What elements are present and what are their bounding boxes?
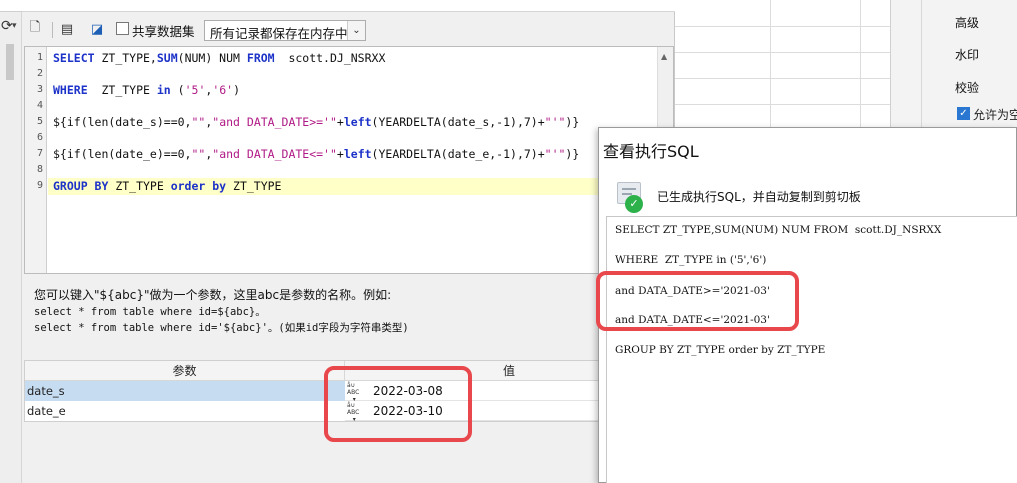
toolbar-separator — [52, 22, 53, 38]
dialog-top-edge — [22, 0, 675, 12]
sql-string: "and DATA_DATE<='" — [212, 147, 337, 161]
sql-keyword: GROUP BY — [53, 179, 109, 193]
line-number: 4 — [36, 100, 43, 111]
param-name[interactable]: date_e — [25, 401, 345, 421]
chevron-down-icon[interactable]: ▾ — [12, 21, 17, 31]
line-number: 1 — [36, 52, 43, 63]
allow-empty-label: 允许为空 — [973, 108, 1017, 122]
annotation-box-dates — [596, 271, 799, 331]
editor-toolbar: 🗋 ▤ ◪ 共享数据集 所有记录都保存在内存中 ⌄ — [22, 16, 675, 44]
annotation-box-params — [324, 366, 472, 442]
executed-sql-text[interactable]: SELECT ZT_TYPE,SUM(NUM) NUM FROM scott.D… — [606, 216, 1017, 483]
grid-line — [675, 26, 890, 27]
hint-line-3: select * from table where id='${abc}'。(如… — [34, 322, 409, 334]
grid-line — [770, 0, 771, 130]
dialog-title: 查看执行SQL — [603, 142, 699, 161]
grid-line — [860, 0, 861, 130]
preview-icon[interactable]: 🗋 — [26, 20, 44, 38]
share-dataset-label: 共享数据集 — [132, 24, 195, 39]
sql-line: WHERE ZT_TYPE in ('5','6') — [615, 254, 767, 266]
grid-line — [675, 104, 890, 105]
save-icon[interactable]: ▤ — [58, 20, 76, 38]
left-strip: ⟳ ▾ — [0, 0, 22, 483]
sql-token: ${if(len(date_s)==0, — [53, 115, 192, 129]
sql-keyword: SUM — [156, 51, 178, 65]
sql-keyword: order by — [170, 179, 227, 193]
sql-generated-icon: ✓ — [617, 182, 643, 213]
hint-line-2: select * from table where id=${abc}。 — [34, 306, 266, 318]
code-line[interactable]: ${if(len(date_s)==0,"","and DATA_DATE>='… — [53, 115, 579, 129]
sql-string: "and DATA_DATE>='" — [212, 115, 337, 129]
prop-watermark[interactable]: 水印 — [955, 46, 979, 63]
sql-keyword: left — [343, 115, 372, 129]
sql-token: (NUM) NUM — [177, 51, 247, 65]
sql-token: ZT_TYPE — [226, 179, 282, 193]
column-header-parameter[interactable]: 参数 — [25, 361, 345, 381]
icon-line — [622, 188, 636, 190]
grid-line — [675, 52, 890, 53]
share-dataset-checkbox[interactable] — [116, 22, 129, 35]
sql-string: "'" — [544, 147, 566, 161]
param-name[interactable]: date_s — [25, 381, 345, 401]
memory-mode-select[interactable]: 所有记录都保存在内存中 ⌄ — [204, 20, 366, 41]
sql-keyword: FROM — [246, 51, 275, 65]
sql-token: + — [336, 115, 344, 129]
line-number-gutter — [25, 47, 47, 273]
sql-token: ) — [233, 83, 241, 97]
line-number: 7 — [36, 148, 43, 159]
prop-validate[interactable]: 校验 — [955, 79, 979, 96]
sql-string: "'" — [544, 115, 566, 129]
sql-keyword: in — [156, 83, 171, 97]
line-number: 6 — [36, 132, 43, 143]
sql-keyword: SELECT — [53, 51, 95, 65]
code-line[interactable]: SELECT ZT_TYPE,SUM(NUM) NUM FROM scott.D… — [53, 51, 385, 65]
line-number: 8 — [36, 164, 43, 175]
line-number: 9 — [36, 180, 43, 191]
sql-token: ${if(len(date_e)==0, — [53, 147, 192, 161]
sql-token: ( — [170, 83, 185, 97]
refresh-icon[interactable]: ⟳ — [1, 18, 13, 34]
memory-mode-value: 所有记录都保存在内存中 — [210, 26, 348, 41]
sql-string: '6' — [212, 83, 234, 97]
sql-token: (YEARDELTA(date_e,-1),7)+ — [371, 147, 545, 161]
sql-token: ZT_TYPE, — [94, 51, 157, 65]
allow-empty-checkbox[interactable]: ✓ — [957, 107, 970, 120]
sql-string: "" — [191, 115, 206, 129]
sql-keyword: left — [343, 147, 372, 161]
code-line[interactable]: WHERE ZT_TYPE in ('5','6') — [53, 83, 240, 97]
sql-token: (YEARDELTA(date_s,-1),7)+ — [371, 115, 545, 129]
left-strip-top — [0, 0, 22, 12]
sql-token: )} — [565, 147, 580, 161]
chevron-down-icon[interactable]: ⌄ — [347, 21, 365, 40]
sql-string: '5' — [184, 83, 206, 97]
dialog-message: 已生成执行SQL，并自动复制到剪切板 — [657, 190, 861, 204]
parameter-hint: 您可以键入"${abc}"做为一个参数，这里abc是参数的名称。例如: sele… — [34, 286, 409, 335]
sql-token: ZT_TYPE — [87, 83, 157, 97]
code-line[interactable]: GROUP BY ZT_TYPE order by ZT_TYPE — [53, 179, 281, 193]
line-number: 3 — [36, 84, 43, 95]
line-number: 2 — [36, 68, 43, 79]
check-icon: ✓ — [625, 195, 643, 213]
view-sql-icon[interactable]: ◪ — [88, 20, 106, 38]
sql-token: ZT_TYPE — [108, 179, 171, 193]
line-number: 5 — [36, 116, 43, 127]
grid-line — [675, 78, 890, 79]
sql-string: "" — [191, 147, 206, 161]
sql-editor[interactable]: ▲ 1 SELECT ZT_TYPE,SUM(NUM) NUM FROM scot… — [24, 46, 674, 274]
code-line[interactable]: ${if(len(date_e)==0,"","and DATA_DATE<='… — [53, 147, 579, 161]
sql-keyword: WHERE — [53, 83, 88, 97]
panel-separator — [921, 0, 922, 130]
scroll-up-icon[interactable]: ▲ — [661, 52, 667, 61]
sql-token: scott.DJ_NSRXX — [274, 51, 386, 65]
prop-advanced[interactable]: 高级 — [955, 14, 979, 31]
sql-line: GROUP BY ZT_TYPE order by ZT_TYPE — [615, 344, 826, 356]
left-scrollbar[interactable] — [6, 44, 14, 80]
sql-token: )} — [565, 115, 580, 129]
sql-line: SELECT ZT_TYPE,SUM(NUM) NUM FROM scott.D… — [615, 224, 942, 236]
hint-line-1: 您可以键入"${abc}"做为一个参数，这里abc是参数的名称。例如: — [34, 288, 392, 302]
sql-token: + — [336, 147, 344, 161]
